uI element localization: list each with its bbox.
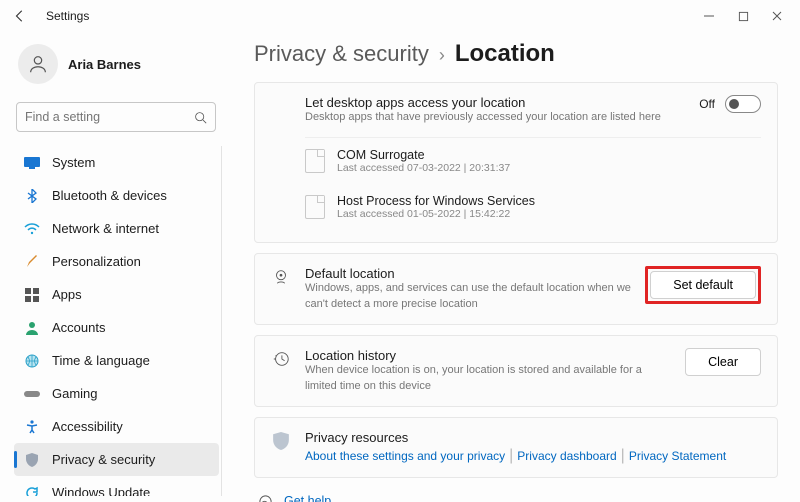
breadcrumb-parent[interactable]: Privacy & security <box>254 41 429 67</box>
globe-icon <box>24 353 40 369</box>
sidebar-item-bluetooth[interactable]: Bluetooth & devices <box>14 179 219 212</box>
default-location-title: Default location <box>305 266 631 281</box>
breadcrumb: Privacy & security › Location <box>254 40 778 68</box>
sidebar-item-accessibility[interactable]: Accessibility <box>14 410 219 443</box>
get-help-link[interactable]: Get help <box>284 494 331 502</box>
sidebar-item-personalization[interactable]: Personalization <box>14 245 219 278</box>
help-icon <box>256 494 274 502</box>
clear-button[interactable]: Clear <box>685 348 761 376</box>
accessibility-icon <box>24 419 40 435</box>
chevron-right-icon: › <box>439 45 445 66</box>
history-desc: When device location is on, your locatio… <box>305 363 671 394</box>
desktop-apps-toggle[interactable] <box>725 95 761 113</box>
paintbrush-icon <box>24 254 40 270</box>
wifi-icon <box>24 221 40 237</box>
link-privacy-statement[interactable]: Privacy Statement <box>629 449 726 463</box>
search-icon <box>194 111 207 124</box>
sidebar-item-system[interactable]: System <box>14 146 219 179</box>
sidebar-item-privacy[interactable]: Privacy & security <box>14 443 219 476</box>
link-privacy-dashboard[interactable]: Privacy dashboard <box>517 449 616 463</box>
file-icon <box>305 195 325 219</box>
file-icon <box>305 149 325 173</box>
close-button[interactable] <box>768 7 786 25</box>
get-help-row[interactable]: Get help <box>254 488 778 502</box>
titlebar: Settings <box>0 0 800 32</box>
privacy-resources-card: Privacy resources About these settings a… <box>254 417 778 478</box>
location-pin-icon <box>271 266 291 286</box>
minimize-button[interactable] <box>700 7 718 25</box>
history-title: Location history <box>305 348 671 363</box>
desktop-apps-desc: Desktop apps that have previously access… <box>305 110 685 125</box>
sidebar-item-network[interactable]: Network & internet <box>14 212 219 245</box>
shield-icon <box>271 430 291 450</box>
sidebar-item-update[interactable]: Windows Update <box>14 476 219 496</box>
search-box[interactable] <box>16 102 216 132</box>
privacy-resources-title: Privacy resources <box>305 430 761 445</box>
link-about-settings[interactable]: About these settings and your privacy <box>305 449 505 463</box>
avatar <box>18 44 58 84</box>
shield-icon <box>24 452 40 468</box>
toggle-label: Off <box>699 97 715 111</box>
sidebar-item-gaming[interactable]: Gaming <box>14 377 219 410</box>
window-title: Settings <box>46 9 89 23</box>
app-item: Host Process for Windows Services Last a… <box>305 184 761 230</box>
location-history-card: Location history When device location is… <box>254 335 778 407</box>
content-area: Privacy & security › Location Let deskto… <box>228 32 800 502</box>
profile-name: Aria Barnes <box>68 57 141 72</box>
maximize-button[interactable] <box>734 7 752 25</box>
default-location-card: Default location Windows, apps, and serv… <box>254 253 778 325</box>
bluetooth-icon <box>24 188 40 204</box>
search-input[interactable] <box>25 110 194 124</box>
desktop-apps-card: Let desktop apps access your location De… <box>254 82 778 243</box>
sidebar-item-time[interactable]: Time & language <box>14 344 219 377</box>
back-button[interactable] <box>8 4 32 28</box>
annotation-highlight: Set default <box>645 266 761 304</box>
app-item: COM Surrogate Last accessed 07-03-2022 |… <box>305 138 761 184</box>
desktop-apps-title: Let desktop apps access your location <box>305 95 685 110</box>
profile-block[interactable]: Aria Barnes <box>14 38 222 98</box>
sidebar: Aria Barnes System Bluetooth & devices N… <box>0 32 228 502</box>
update-icon <box>24 485 40 497</box>
apps-icon <box>24 287 40 303</box>
person-icon <box>24 320 40 336</box>
history-icon <box>271 348 291 368</box>
gamepad-icon <box>24 386 40 402</box>
monitor-icon <box>24 155 40 171</box>
page-title: Location <box>455 40 555 68</box>
sidebar-item-apps[interactable]: Apps <box>14 278 219 311</box>
set-default-button[interactable]: Set default <box>650 271 756 299</box>
default-location-desc: Windows, apps, and services can use the … <box>305 281 631 312</box>
sidebar-item-accounts[interactable]: Accounts <box>14 311 219 344</box>
